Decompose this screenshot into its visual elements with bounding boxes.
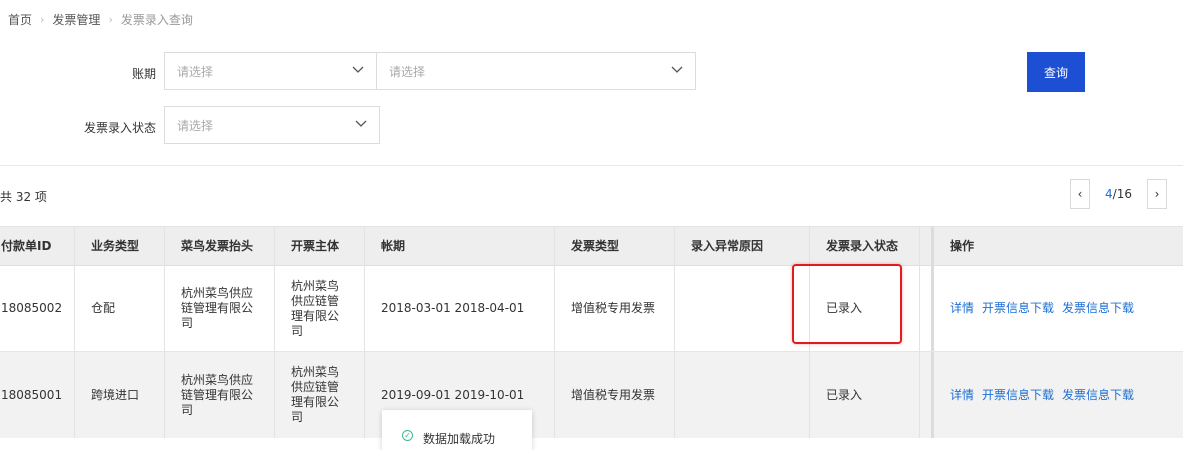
detail-link[interactable]: 详情 xyxy=(950,388,974,403)
cell-actions: 详情 开票信息下载 发票信息下载 xyxy=(934,266,1183,351)
chevron-down-icon xyxy=(355,120,367,127)
cell-status: 已录入 xyxy=(810,352,920,438)
header-invoice-title: 菜鸟发票抬头 xyxy=(165,227,275,265)
chevron-down-icon xyxy=(352,66,364,73)
status-select[interactable]: 请选择 xyxy=(164,106,380,144)
total-count: 共 32 项 xyxy=(0,190,47,204)
status-highlight-box xyxy=(792,264,902,344)
cell-invoice-type: 增值税专用发票 xyxy=(555,352,675,438)
check-circle-icon: ✓ xyxy=(402,430,413,441)
invoice-table: 付款单ID 业务类型 菜鸟发票抬头 开票主体 帐期 发票类型 录入异常原因 发票… xyxy=(0,226,1183,438)
billing-info-download-link[interactable]: 开票信息下载 xyxy=(982,388,1054,403)
status-label: 发票录入状态 xyxy=(83,121,156,135)
detail-link[interactable]: 详情 xyxy=(950,301,974,316)
success-toast: ✓ 数据加载成功 xyxy=(382,410,532,450)
breadcrumb-section[interactable]: 发票管理 xyxy=(52,11,100,28)
table-header-row: 付款单ID 业务类型 菜鸟发票抬头 开票主体 帐期 发票类型 录入异常原因 发票… xyxy=(0,227,1183,266)
page-indicator: 4/16 xyxy=(1090,187,1147,201)
pagination: ‹ 4/16 › xyxy=(1070,179,1167,209)
header-actions: 操作 xyxy=(950,238,975,253)
header-issuer: 开票主体 xyxy=(275,227,365,265)
breadcrumb-separator-icon: › xyxy=(108,13,113,26)
cell-invoice-type: 增值税专用发票 xyxy=(555,266,675,351)
header-gap xyxy=(920,227,934,265)
table-row: 18085002 仓配 杭州菜鸟供应链管理有限公司 杭州菜鸟供应链管理有限公司 … xyxy=(0,266,1183,352)
cell-period: 2018-03-01 2018-04-01 xyxy=(365,266,555,351)
cell-gap xyxy=(920,352,934,438)
header-payment-id: 付款单ID xyxy=(0,227,75,265)
prev-page-button[interactable]: ‹ xyxy=(1070,179,1090,209)
cell-payment-id: 18085001 xyxy=(0,352,75,438)
header-period: 帐期 xyxy=(365,227,555,265)
chevron-down-icon xyxy=(671,66,683,73)
next-page-button[interactable]: › xyxy=(1147,179,1167,209)
cell-issuer: 杭州菜鸟供应链管理有限公司 xyxy=(275,352,365,438)
total-pages: /16 xyxy=(1112,187,1132,201)
invoice-info-download-link[interactable]: 发票信息下载 xyxy=(1062,388,1134,403)
billing-info-download-link[interactable]: 开票信息下载 xyxy=(982,301,1054,316)
cell-issuer: 杭州菜鸟供应链管理有限公司 xyxy=(275,266,365,351)
header-biz-type: 业务类型 xyxy=(75,227,165,265)
breadcrumb-current: 发票录入查询 xyxy=(120,13,193,27)
cell-error-reason xyxy=(675,266,810,351)
current-page: 4 xyxy=(1105,187,1113,201)
cell-payment-id: 18085002 xyxy=(0,266,75,351)
cell-invoice-title: 杭州菜鸟供应链管理有限公司 xyxy=(165,266,275,351)
breadcrumb-separator-icon: › xyxy=(40,13,45,26)
period-start-select[interactable]: 请选择 xyxy=(164,52,377,90)
period-end-select[interactable]: 请选择 xyxy=(376,52,696,90)
invoice-info-download-link[interactable]: 发票信息下载 xyxy=(1062,301,1134,316)
cell-biz-type: 跨境进口 xyxy=(75,352,165,438)
status-placeholder: 请选择 xyxy=(177,118,214,133)
breadcrumb-home[interactable]: 首页 xyxy=(8,11,32,28)
period-label: 账期 xyxy=(131,67,156,81)
cell-actions: 详情 开票信息下载 发票信息下载 xyxy=(934,352,1183,438)
period-end-placeholder: 请选择 xyxy=(389,64,426,79)
header-error-reason: 录入异常原因 xyxy=(675,227,810,265)
period-start-placeholder: 请选择 xyxy=(177,64,214,79)
table-row: 18085001 跨境进口 杭州菜鸟供应链管理有限公司 杭州菜鸟供应链管理有限公… xyxy=(0,352,1183,438)
query-button[interactable]: 查询 xyxy=(1027,52,1085,92)
breadcrumb: 首页 › 发票管理 › 发票录入查询 xyxy=(8,11,193,28)
cell-error-reason xyxy=(675,352,810,438)
cell-invoice-title: 杭州菜鸟供应链管理有限公司 xyxy=(165,352,275,438)
toast-message: 数据加载成功 xyxy=(423,432,496,446)
cell-biz-type: 仓配 xyxy=(75,266,165,351)
cell-gap xyxy=(920,266,934,351)
header-invoice-type: 发票类型 xyxy=(555,227,675,265)
header-status: 发票录入状态 xyxy=(810,227,920,265)
section-divider xyxy=(0,165,1183,166)
